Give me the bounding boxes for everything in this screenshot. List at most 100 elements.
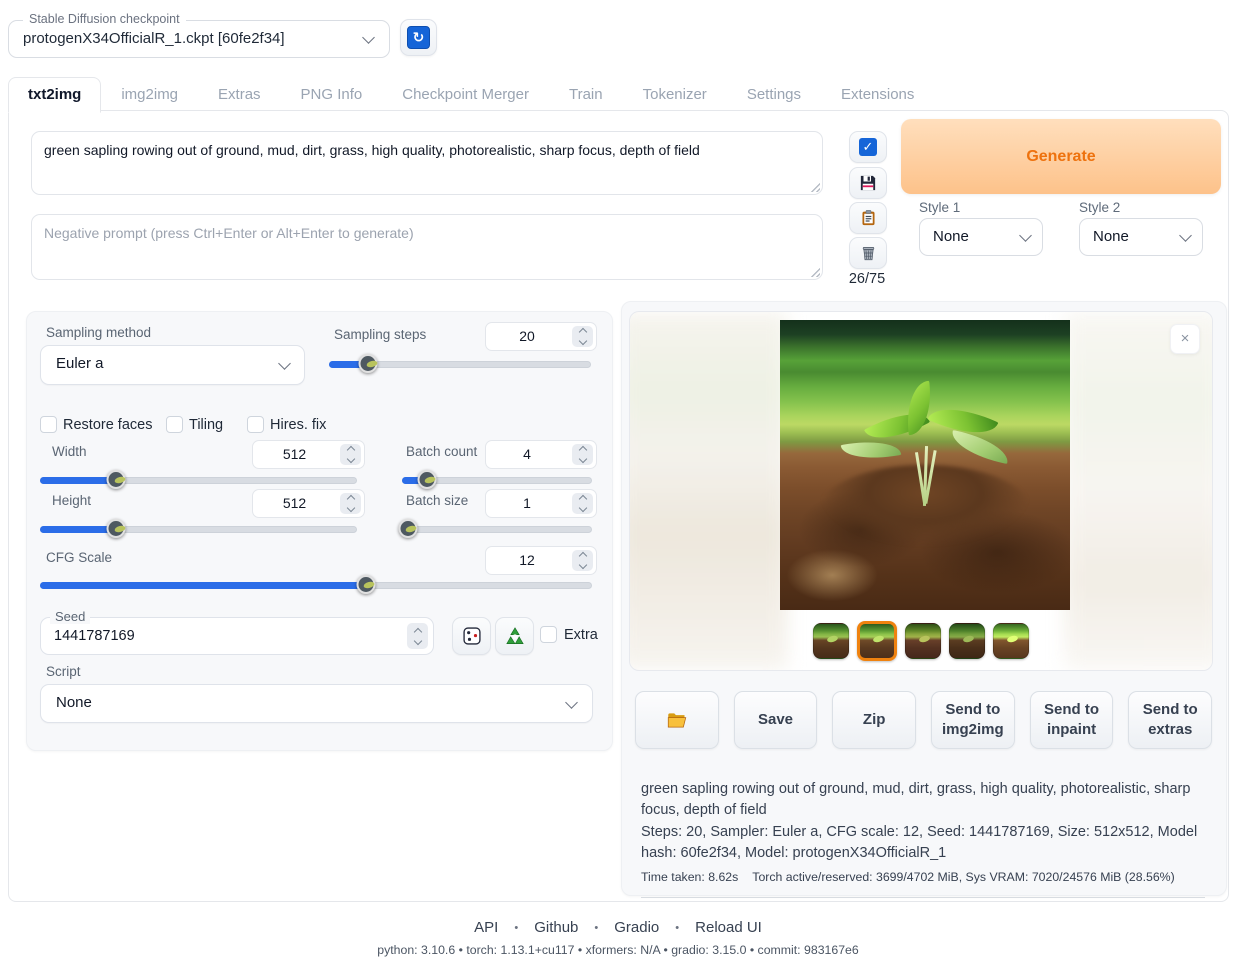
restore-faces-checkbox[interactable] <box>40 416 57 433</box>
width-input[interactable]: 512 <box>252 440 365 469</box>
sampling-method-dropdown[interactable]: Euler a <box>40 345 305 385</box>
hires-fix-label: Hires. fix <box>270 417 326 433</box>
gallery-thumbnail-3[interactable] <box>905 623 941 659</box>
style2-value: None <box>1093 219 1129 255</box>
chevron-down-icon <box>278 357 291 370</box>
cfg-scale-label: CFG Scale <box>46 550 112 565</box>
negative-prompt-input[interactable] <box>32 215 822 279</box>
checkpoint-dropdown[interactable]: Stable Diffusion checkpoint protogenX34O… <box>8 20 390 58</box>
send-to-img2img-button[interactable]: Send to img2img <box>931 691 1015 749</box>
batch-size-slider[interactable] <box>402 519 592 538</box>
app-root: Stable Diffusion checkpoint protogenX34O… <box>0 0 1236 966</box>
stepper-icon[interactable] <box>407 623 428 649</box>
generation-prompt-text: green sapling rowing out of ground, mud,… <box>641 779 1205 820</box>
stepper-icon[interactable] <box>572 550 593 571</box>
tab-png-info[interactable]: PNG Info <box>281 77 383 113</box>
image-viewer: × <box>629 311 1213 671</box>
tab-checkpoint-merger[interactable]: Checkpoint Merger <box>382 77 549 113</box>
send-to-extras-button[interactable]: Send to extras <box>1128 691 1212 749</box>
apply-style-button[interactable] <box>849 202 887 234</box>
height-label: Height <box>52 493 91 508</box>
paste-generation-params-button[interactable]: ✓ <box>849 131 887 163</box>
script-dropdown[interactable]: None <box>40 684 593 723</box>
seed-input[interactable]: Seed 1441787169 <box>40 617 434 655</box>
zip-button[interactable]: Zip <box>832 691 916 749</box>
tab-txt2img[interactable]: txt2img <box>8 77 101 113</box>
gallery-thumbnail-4[interactable] <box>949 623 985 659</box>
generated-image[interactable] <box>780 320 1070 610</box>
style2-label: Style 2 <box>1079 200 1120 215</box>
tab-bar: txt2img img2img Extras PNG Info Checkpoi… <box>8 77 934 111</box>
save-style-button[interactable] <box>849 167 887 199</box>
gallery-thumbnail-2-selected[interactable] <box>857 621 897 661</box>
height-input[interactable]: 512 <box>252 489 365 518</box>
generation-time-row: Time taken: 8.62sTorch active/reserved: … <box>641 869 1205 886</box>
separator-dot: • <box>675 922 679 934</box>
script-value: None <box>56 694 92 711</box>
sampling-steps-label: Sampling steps <box>334 327 426 342</box>
refresh-checkpoint-button[interactable]: ↻ <box>400 19 437 56</box>
footer-link-reload-ui[interactable]: Reload UI <box>695 919 762 936</box>
footer-link-api[interactable]: API <box>474 919 498 936</box>
style1-dropdown[interactable]: None <box>919 218 1043 256</box>
width-slider[interactable] <box>40 470 357 489</box>
batch-count-slider[interactable] <box>402 470 592 489</box>
style1-value: None <box>933 219 969 255</box>
style2-dropdown[interactable]: None <box>1079 218 1203 256</box>
tab-train[interactable]: Train <box>549 77 623 113</box>
batch-size-label: Batch size <box>406 493 468 508</box>
style1-label: Style 1 <box>919 200 960 215</box>
prompt-input[interactable]: green sapling rowing out of ground, mud,… <box>32 132 822 194</box>
gallery-thumbnail-5[interactable] <box>993 623 1029 659</box>
negative-prompt-box <box>31 214 823 280</box>
settings-panel: Sampling method Euler a Sampling steps 2… <box>26 311 613 751</box>
tiling-checkbox[interactable] <box>166 416 183 433</box>
random-seed-button[interactable] <box>452 617 491 655</box>
footer-links: API•Github•Gradio•Reload UI <box>0 919 1236 936</box>
sampling-steps-slider[interactable] <box>329 354 591 373</box>
check-icon: ✓ <box>859 138 877 156</box>
trash-icon <box>860 244 877 262</box>
generate-button[interactable]: Generate <box>901 119 1221 194</box>
save-button[interactable]: Save <box>734 691 818 749</box>
dice-icon <box>462 626 482 646</box>
reuse-seed-button[interactable] <box>495 617 534 655</box>
generation-info: green sapling rowing out of ground, mud,… <box>641 779 1205 898</box>
extra-seed-checkbox[interactable] <box>540 626 557 643</box>
restore-faces-label: Restore faces <box>63 417 152 433</box>
stepper-icon[interactable] <box>340 493 361 514</box>
gallery-thumbnail-1[interactable] <box>813 623 849 659</box>
tab-img2img[interactable]: img2img <box>101 77 198 113</box>
cfg-scale-slider[interactable] <box>40 575 592 594</box>
stepper-icon[interactable] <box>572 444 593 465</box>
batch-count-label: Batch count <box>406 444 477 459</box>
stepper-icon[interactable] <box>572 326 593 347</box>
batch-size-input[interactable]: 1 <box>485 489 597 518</box>
footer-versions: python: 3.10.6 • torch: 1.13.1+cu117 • x… <box>0 943 1236 957</box>
open-folder-button[interactable] <box>635 691 719 749</box>
chevron-down-icon <box>362 31 375 44</box>
floppy-disk-icon <box>859 174 877 192</box>
clear-prompt-button[interactable] <box>849 237 887 269</box>
tab-tokenizer[interactable]: Tokenizer <box>623 77 727 113</box>
sampling-steps-input[interactable]: 20 <box>485 322 597 351</box>
batch-count-input[interactable]: 4 <box>485 440 597 469</box>
stepper-icon[interactable] <box>340 444 361 465</box>
tab-extras[interactable]: Extras <box>198 77 281 113</box>
width-label: Width <box>52 444 87 459</box>
checkpoint-value: protogenX34OfficialR_1.ckpt [60fe2f34] <box>23 21 285 57</box>
separator-dot: • <box>594 922 598 934</box>
extra-seed-label: Extra <box>564 627 598 643</box>
send-to-inpaint-button[interactable]: Send to inpaint <box>1030 691 1114 749</box>
tab-extensions[interactable]: Extensions <box>821 77 934 113</box>
script-label: Script <box>46 664 81 679</box>
hires-fix-checkbox[interactable] <box>247 416 264 433</box>
close-gallery-button[interactable]: × <box>1170 324 1200 354</box>
cfg-scale-input[interactable]: 12 <box>485 546 597 575</box>
tab-settings[interactable]: Settings <box>727 77 821 113</box>
footer-link-gradio[interactable]: Gradio <box>614 919 659 936</box>
token-counter: 26/75 <box>845 271 889 287</box>
footer-link-github[interactable]: Github <box>534 919 578 936</box>
height-slider[interactable] <box>40 519 357 538</box>
stepper-icon[interactable] <box>572 493 593 514</box>
